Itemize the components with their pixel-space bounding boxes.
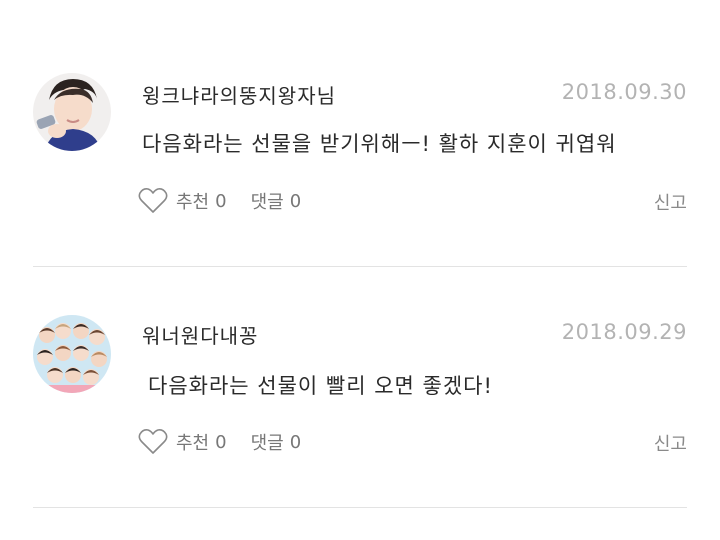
like-count: 0 <box>215 431 227 453</box>
avatar[interactable] <box>33 315 111 393</box>
comment-date: 2018.09.30 <box>561 80 687 104</box>
reply-count: 0 <box>289 431 302 453</box>
like-count: 0 <box>215 190 227 212</box>
heart-outline-icon[interactable] <box>138 187 168 215</box>
divider <box>33 507 687 508</box>
avatar-photo <box>33 73 111 151</box>
comment-author[interactable]: 워너원다내꽁 <box>142 320 258 349</box>
reply-label[interactable]: 댓글 <box>251 188 284 214</box>
comment-author[interactable]: 윙크냐라의뚱지왕자님 <box>142 80 336 109</box>
comment-date: 2018.09.29 <box>561 320 687 344</box>
like-label[interactable]: 추천 <box>176 429 209 455</box>
comment-text: 다음화라는 선물이 빨리 오면 좋겠다! <box>148 374 493 398</box>
comment-text: 다음화라는 선물을 받기위해ㅡ! 활하 지훈이 귀엽워 <box>142 132 617 156</box>
like-label[interactable]: 추천 <box>176 188 209 214</box>
report-button[interactable]: 신고 <box>654 430 687 456</box>
reply-label[interactable]: 댓글 <box>251 429 284 455</box>
avatar-photo <box>33 315 111 393</box>
comment-actions: 추천 0 댓글 0 <box>138 425 301 459</box>
avatar[interactable] <box>33 73 111 151</box>
reply-button[interactable]: 댓글 0 <box>251 188 302 214</box>
divider <box>33 266 687 267</box>
heart-outline-icon[interactable] <box>138 428 168 456</box>
comment-actions: 추천 0 댓글 0 <box>138 184 301 218</box>
reply-button[interactable]: 댓글 0 <box>251 429 302 455</box>
reply-count: 0 <box>289 190 302 212</box>
report-button[interactable]: 신고 <box>654 189 687 215</box>
